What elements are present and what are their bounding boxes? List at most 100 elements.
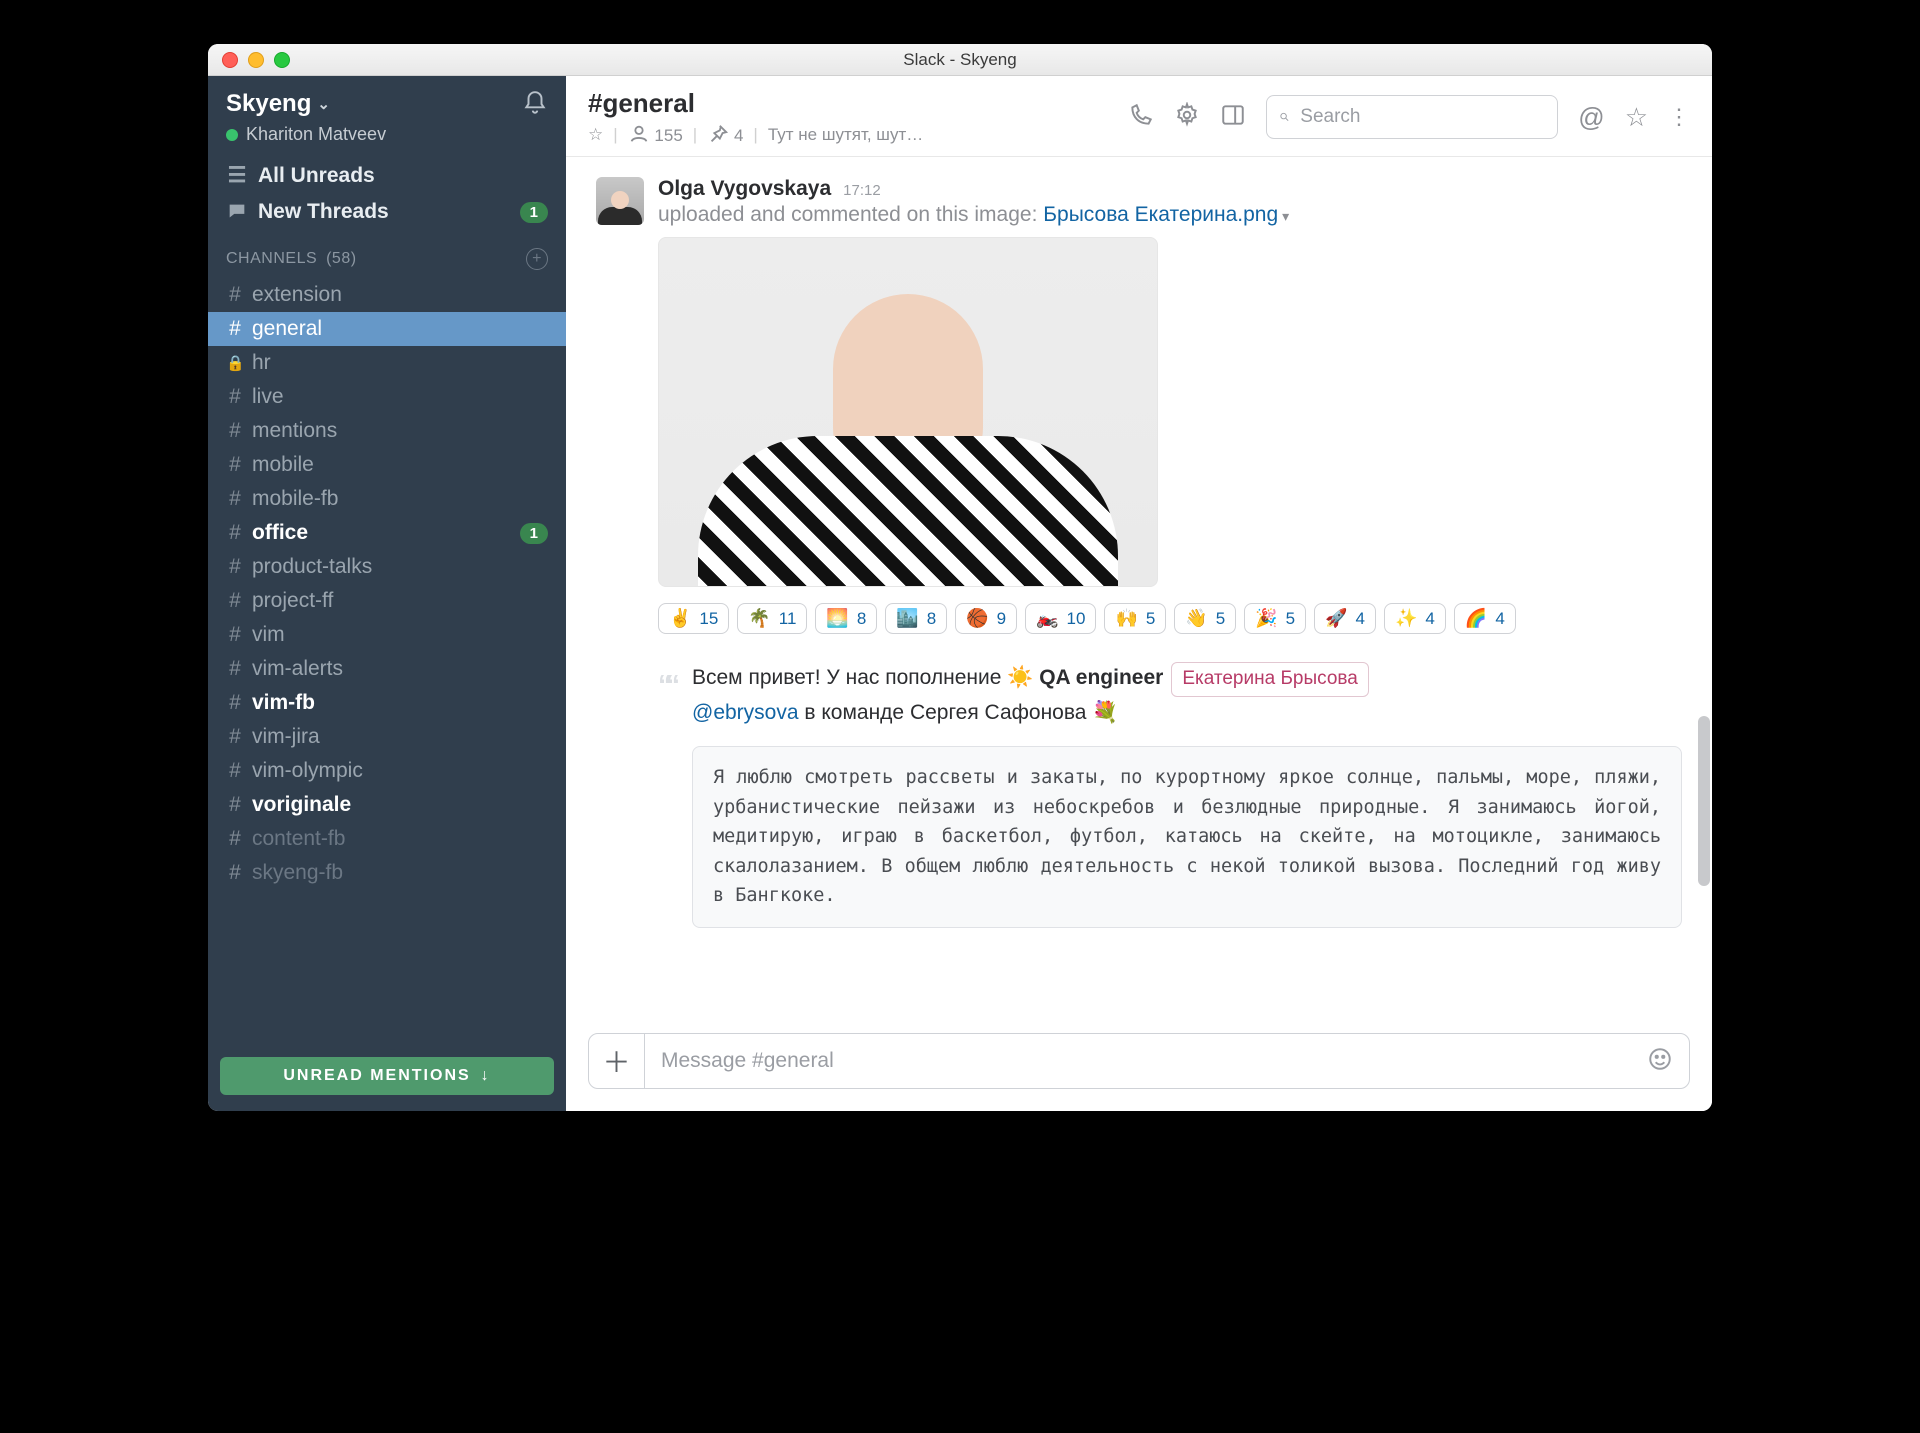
reaction-button[interactable]: ✌️15 <box>658 603 729 634</box>
avatar[interactable] <box>596 177 644 225</box>
channel-name: mentions <box>252 419 337 443</box>
reaction-emoji: 🙌 <box>1115 608 1137 629</box>
channel-title[interactable]: #general <box>588 88 923 119</box>
notifications-icon[interactable] <box>522 90 548 116</box>
channel-item[interactable]: #voriginale <box>208 788 566 822</box>
settings-icon[interactable] <box>1174 102 1200 133</box>
channel-item[interactable]: #vim-fb <box>208 686 566 720</box>
hash-icon: # <box>226 317 244 341</box>
more-icon[interactable]: ⋮ <box>1668 104 1690 130</box>
titlebar[interactable]: Slack - Skyeng <box>208 44 1712 76</box>
hash-icon: # <box>226 691 244 715</box>
channel-item[interactable]: #extension <box>208 278 566 312</box>
channel-name: vim-jira <box>252 725 320 749</box>
hash-icon: # <box>226 827 244 851</box>
channel-name: voriginale <box>252 793 351 817</box>
reaction-button[interactable]: 🎉5 <box>1244 603 1306 634</box>
channel-header: #general ☆ | 155 | 4 | <box>566 76 1712 157</box>
search-box[interactable] <box>1266 95 1558 139</box>
channel-item[interactable]: #office1 <box>208 516 566 550</box>
scrollbar-thumb[interactable] <box>1698 716 1710 886</box>
channel-item[interactable]: #product-talks <box>208 550 566 584</box>
channel-item[interactable]: #content-fb <box>208 822 566 856</box>
reaction-button[interactable]: 🏀9 <box>955 603 1017 634</box>
channel-item[interactable]: #mobile-fb <box>208 482 566 516</box>
window-zoom-button[interactable] <box>274 52 290 68</box>
channel-item[interactable]: # mentions <box>208 414 566 448</box>
members-count[interactable]: 155 <box>628 123 683 146</box>
reactions-bar: ✌️15🌴11🌅8🏙️8🏀9🏍️10🙌5👋5🎉5🚀4✨4🌈4 <box>658 603 1682 634</box>
star-toolbar-icon[interactable]: ☆ <box>1625 102 1648 133</box>
message-action-line: uploaded and commented on this image: Бр… <box>658 203 1682 227</box>
reaction-button[interactable]: ✨4 <box>1384 603 1446 634</box>
reaction-emoji: ✨ <box>1395 608 1417 629</box>
unread-mentions-button[interactable]: UNREAD MENTIONS ↓ <box>220 1057 554 1095</box>
channel-topic[interactable]: Тут не шутят, шут… <box>768 125 923 145</box>
reaction-button[interactable]: 🏙️8 <box>885 603 947 634</box>
reaction-button[interactable]: 🌴11 <box>737 603 807 634</box>
nav-label: New Threads <box>258 200 389 224</box>
channel-name: vim-olympic <box>252 759 363 783</box>
nav-label: All Unreads <box>258 164 375 188</box>
current-user[interactable]: Khariton Matveev <box>226 124 386 145</box>
channel-name: hr <box>252 351 271 375</box>
workspace-switcher[interactable]: Skyeng ⌄ <box>226 90 386 118</box>
mentions-icon[interactable]: @ <box>1578 102 1604 133</box>
hash-icon: # <box>226 623 244 647</box>
channel-item[interactable]: #vim <box>208 618 566 652</box>
channel-item[interactable]: # vim-jira <box>208 720 566 754</box>
image-attachment[interactable] <box>658 237 1158 587</box>
search-input[interactable] <box>1300 106 1545 128</box>
channel-item[interactable]: # vim-alerts <box>208 652 566 686</box>
reaction-count: 8 <box>927 609 936 629</box>
hash-icon: # <box>226 861 244 885</box>
nav-new-threads[interactable]: New Threads 1 <box>208 194 566 230</box>
channel-item[interactable]: #project-ff <box>208 584 566 618</box>
channel-name: product-talks <box>252 555 372 579</box>
window-close-button[interactable] <box>222 52 238 68</box>
channel-item[interactable]: 🔒hr <box>208 346 566 380</box>
channel-item[interactable]: #skyeng-fb <box>208 856 566 890</box>
channel-item[interactable]: #general <box>208 312 566 346</box>
channel-name: live <box>252 385 284 409</box>
nav-all-unreads[interactable]: ☰ All Unreads <box>208 157 566 194</box>
reaction-count: 5 <box>1216 609 1225 629</box>
call-icon[interactable] <box>1128 102 1154 133</box>
hash-icon: # <box>226 419 244 443</box>
composer-input[interactable] <box>645 1049 1631 1073</box>
channel-name: extension <box>252 283 342 307</box>
mention[interactable]: @ebrysova <box>692 701 799 724</box>
presence-indicator <box>226 129 238 141</box>
reaction-button[interactable]: 🚀4 <box>1314 603 1376 634</box>
star-icon[interactable]: ☆ <box>588 125 603 145</box>
channel-item[interactable]: #live <box>208 380 566 414</box>
channel-item[interactable]: #vim-olympic <box>208 754 566 788</box>
reaction-button[interactable]: 🏍️10 <box>1025 603 1096 634</box>
attachment-link[interactable]: Брысова Екатерина.png <box>1043 203 1278 226</box>
add-channel-button[interactable]: + <box>526 248 548 270</box>
reaction-count: 4 <box>1495 609 1504 629</box>
reaction-count: 8 <box>857 609 866 629</box>
hash-icon: # <box>226 725 244 749</box>
reaction-button[interactable]: 🌈4 <box>1454 603 1516 634</box>
channel-name: vim-alerts <box>252 657 343 681</box>
channel-name: office <box>252 521 308 545</box>
caret-down-icon[interactable]: ▾ <box>1282 208 1289 224</box>
unread-badge: 1 <box>520 523 548 544</box>
window-minimize-button[interactable] <box>248 52 264 68</box>
composer-attach-button[interactable]: ＋ <box>589 1034 645 1088</box>
reaction-button[interactable]: 🙌5 <box>1104 603 1166 634</box>
message-author[interactable]: Olga Vygovskaya <box>658 177 831 201</box>
toggle-pane-icon[interactable] <box>1220 102 1246 133</box>
reaction-button[interactable]: 👋5 <box>1174 603 1236 634</box>
channel-item[interactable]: #mobile <box>208 448 566 482</box>
workspace-name: Skyeng <box>226 90 311 118</box>
pins-count[interactable]: 4 <box>707 123 743 146</box>
reaction-button[interactable]: 🌅8 <box>815 603 877 634</box>
user-chip[interactable]: Екатерина Брысова <box>1171 662 1369 697</box>
reaction-count: 4 <box>1425 609 1434 629</box>
emoji-picker-icon[interactable] <box>1631 1046 1689 1077</box>
message-list[interactable]: Olga Vygovskaya 17:12 uploaded and comme… <box>566 157 1712 1013</box>
hash-icon: # <box>226 657 244 681</box>
reaction-emoji: 🎉 <box>1255 608 1277 629</box>
